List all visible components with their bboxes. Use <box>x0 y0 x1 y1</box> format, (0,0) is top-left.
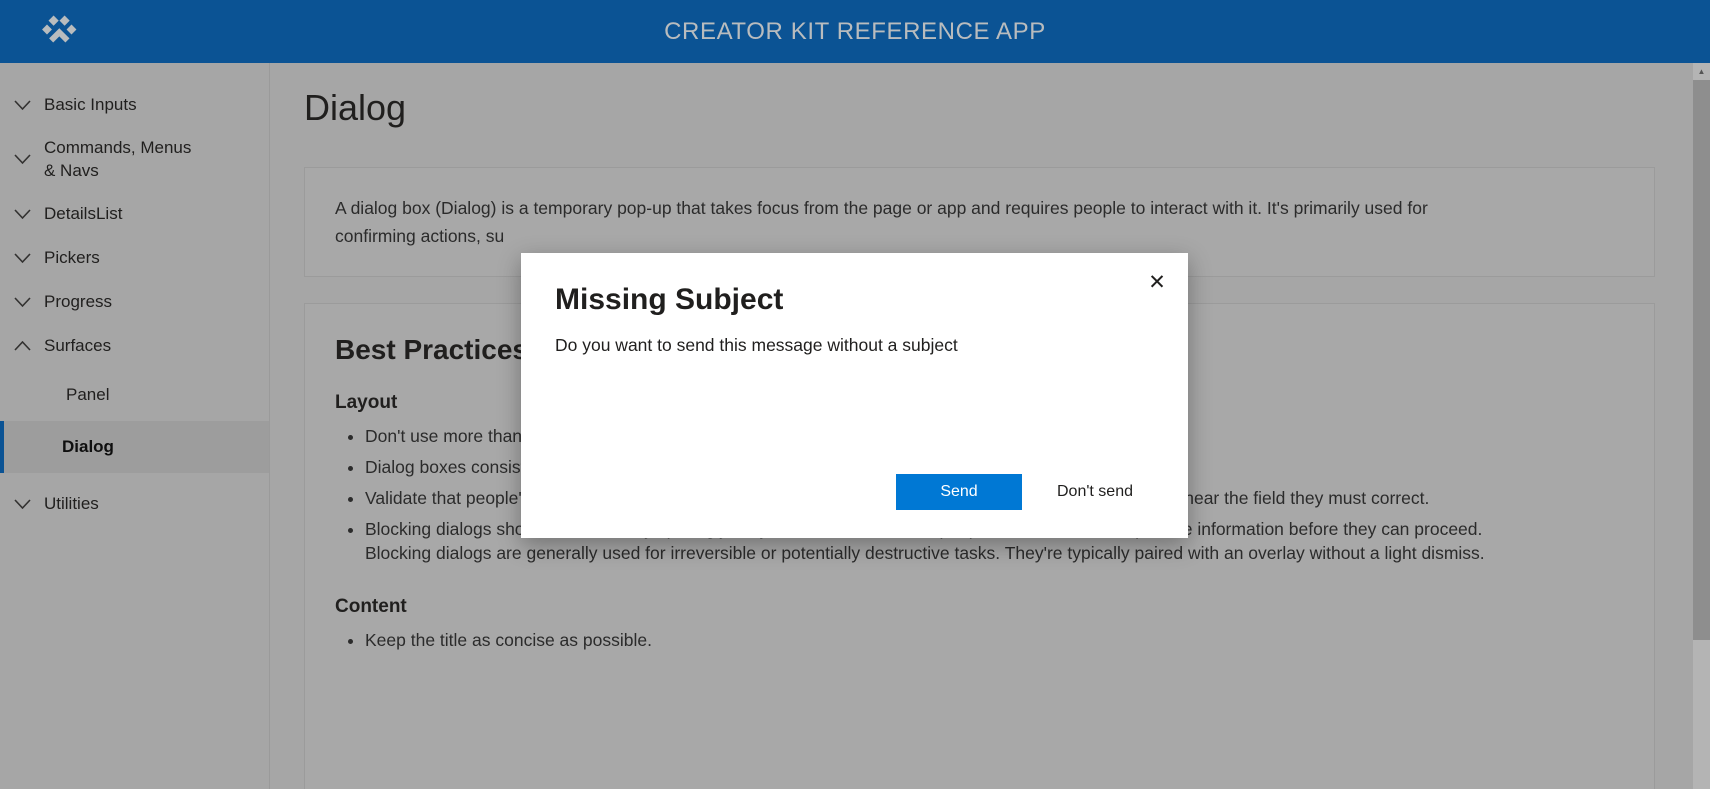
scrollbar-thumb[interactable] <box>1693 80 1710 640</box>
sidebar-item-basic-inputs[interactable]: Basic Inputs <box>0 83 269 127</box>
send-button[interactable]: Send <box>896 474 1022 510</box>
chevron-down-icon <box>0 99 44 111</box>
sidebar-item-panel[interactable]: Panel <box>0 369 269 421</box>
paw-print-icon <box>40 12 80 52</box>
sidebar-subitem-label: Dialog <box>62 436 114 456</box>
chevron-down-icon <box>0 297 44 308</box>
app-title: CREATOR KIT REFERENCE APP <box>664 17 1046 45</box>
sidebar-item-utilities[interactable]: Utilities <box>0 483 269 527</box>
sidebar-item-pickers[interactable]: Pickers <box>0 237 269 281</box>
page-title: Dialog <box>304 87 407 128</box>
missing-subject-dialog: ✕ Missing Subject Do you want to send th… <box>521 253 1188 538</box>
close-icon[interactable]: ✕ <box>1136 261 1178 303</box>
chevron-down-icon <box>0 209 44 220</box>
chevron-down-icon <box>0 154 44 165</box>
content-bullet-list: Keep the title as concise as possible. <box>335 628 1624 653</box>
dont-send-button[interactable]: Don't send <box>1032 474 1158 510</box>
dialog-footer: Send Don't send <box>896 474 1158 510</box>
sidebar-item-label: Progress <box>44 292 113 312</box>
sidebar-item-label: Surfaces <box>44 336 112 356</box>
sidebar-item-label: DetailsList <box>44 204 123 224</box>
vertical-scrollbar[interactable]: ▲ <box>1693 63 1710 789</box>
sidebar-item-detailslist[interactable]: DetailsList <box>0 193 269 237</box>
sidebar-nav: Basic Inputs Commands, Menus & Navs Deta… <box>0 63 270 789</box>
sidebar-item-label: Basic Inputs <box>44 94 137 114</box>
app-root: CREATOR KIT REFERENCE APP Basic Inputs C… <box>0 0 1710 789</box>
triangle-up-icon[interactable]: ▲ <box>1693 63 1710 80</box>
app-header: CREATOR KIT REFERENCE APP <box>0 0 1710 63</box>
sidebar-item-surfaces[interactable]: Surfaces <box>0 325 269 369</box>
sidebar-item-progress[interactable]: Progress <box>0 281 269 325</box>
sidebar-item-label: Commands, Menus & Navs <box>44 138 192 180</box>
dialog-title: Missing Subject <box>555 283 784 316</box>
sidebar-item-label: Pickers <box>44 248 100 268</box>
sidebar-item-commands-menus-navs[interactable]: Commands, Menus & Navs <box>0 127 269 193</box>
dialog-description: A dialog box (Dialog) is a temporary pop… <box>335 198 1428 246</box>
list-item: Keep the title as concise as possible. <box>365 628 1515 653</box>
content-heading: Content <box>335 596 407 618</box>
chevron-down-icon <box>0 499 44 510</box>
sidebar-subitem-label: Panel <box>66 384 110 404</box>
sidebar-item-dialog[interactable]: Dialog <box>0 420 269 473</box>
dialog-subtitle: Do you want to send this message without… <box>555 335 958 355</box>
sidebar-item-label: Utilities <box>44 494 99 514</box>
chevron-up-icon <box>0 341 44 352</box>
chevron-down-icon <box>0 253 44 264</box>
